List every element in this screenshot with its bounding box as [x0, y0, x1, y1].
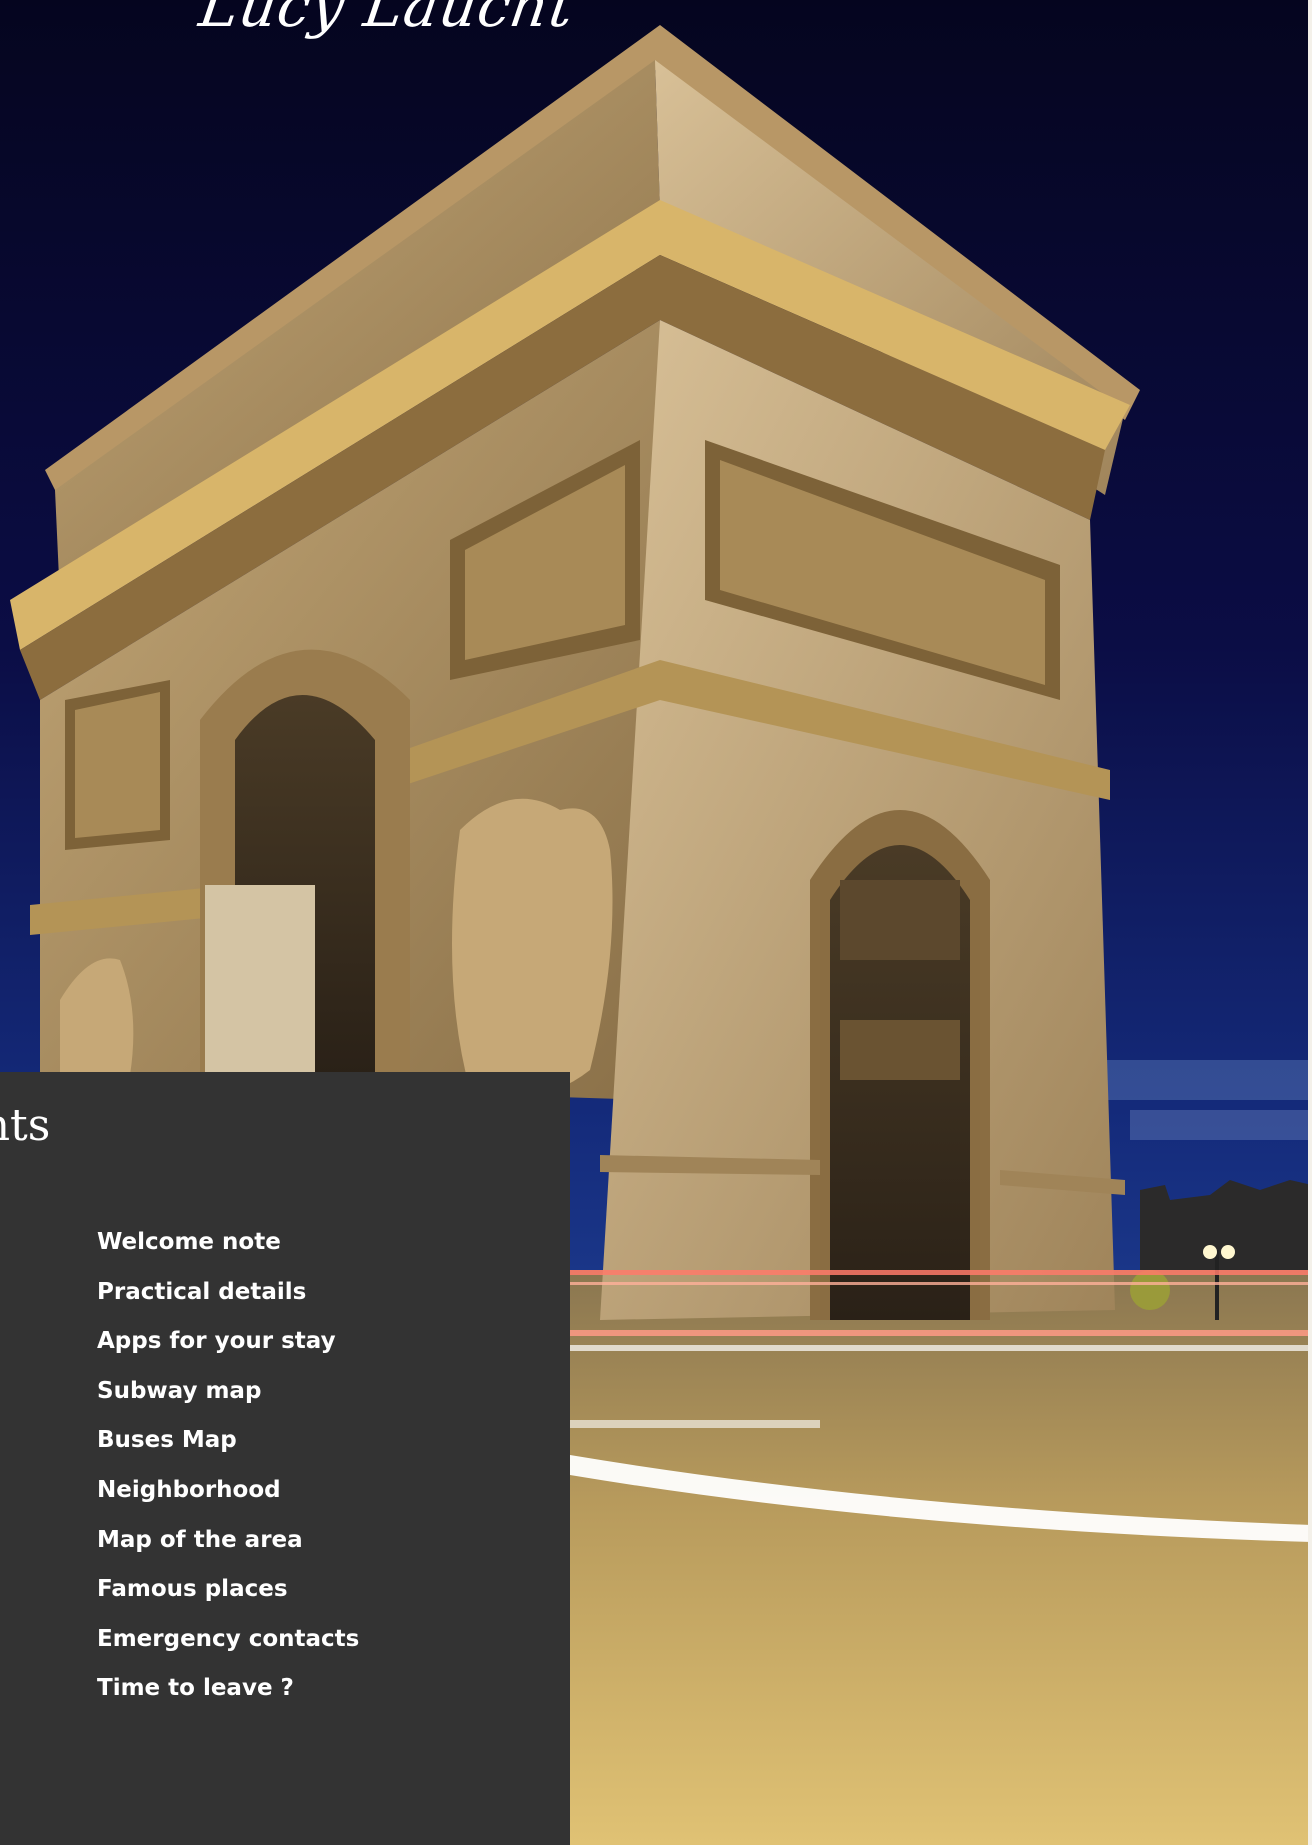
- contents-heading: tents: [0, 1100, 51, 1151]
- toc-item-apps-for-your-stay[interactable]: Apps for your stay: [97, 1328, 359, 1378]
- toc-item-neighborhood[interactable]: Neighborhood: [97, 1477, 359, 1527]
- toc-item-time-to-leave[interactable]: Time to leave ?: [97, 1675, 359, 1725]
- toc-item-subway-map[interactable]: Subway map: [97, 1378, 359, 1428]
- toc-list: Welcome note Practical details Apps for …: [97, 1229, 359, 1725]
- toc-item-welcome-note[interactable]: Welcome note: [97, 1229, 359, 1279]
- toc-item-famous-places[interactable]: Famous places: [97, 1576, 359, 1626]
- contents-panel: tents Welcome note Practical details App…: [0, 1072, 570, 1845]
- toc-item-map-of-the-area[interactable]: Map of the area: [97, 1527, 359, 1577]
- page-edge-strip: [1308, 0, 1312, 1845]
- toc-item-emergency-contacts[interactable]: Emergency contacts: [97, 1626, 359, 1676]
- page: Lucy Laucht tents Welcome note Practical…: [0, 0, 1312, 1845]
- toc-item-practical-details[interactable]: Practical details: [97, 1279, 359, 1329]
- toc-item-buses-map[interactable]: Buses Map: [97, 1427, 359, 1477]
- site-title[interactable]: Lucy Laucht: [195, 0, 579, 40]
